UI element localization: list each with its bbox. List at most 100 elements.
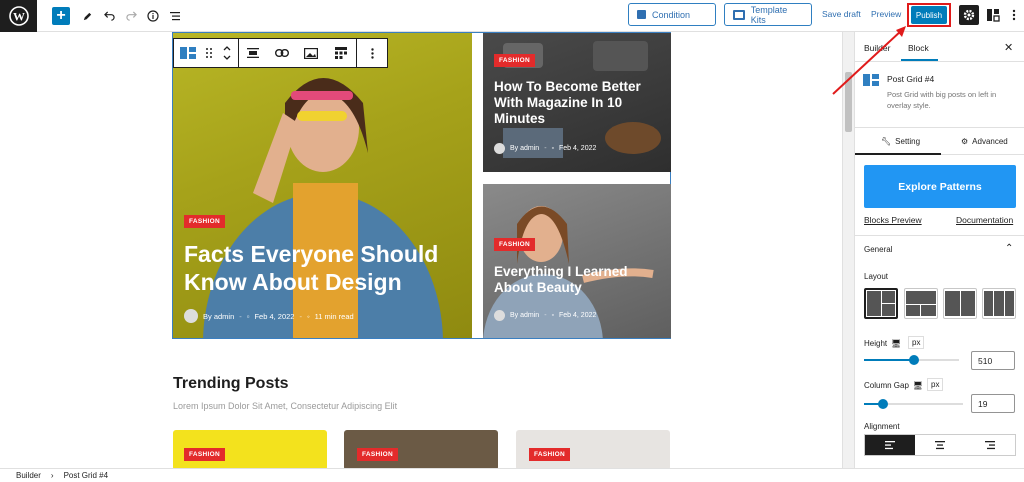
post-meta: By admin - ▫ Feb 4, 2022: [494, 310, 596, 321]
height-input[interactable]: 510: [971, 351, 1015, 370]
sidebar-tabs: Builder Block ✕: [855, 32, 1024, 62]
close-icon[interactable]: ✕: [1004, 41, 1013, 54]
layout-option-3[interactable]: [943, 288, 977, 319]
author-avatar: [184, 309, 198, 323]
trending-card[interactable]: FASHION: [516, 430, 670, 468]
post-title[interactable]: Facts Everyone Should Know About Design: [184, 241, 459, 296]
settings-gear-icon[interactable]: [959, 5, 979, 25]
template-kits-button[interactable]: Template Kits: [724, 3, 812, 26]
align-center-icon[interactable]: [915, 435, 965, 455]
clock-icon: ◦: [306, 311, 310, 321]
canvas-scrollbar[interactable]: [842, 32, 854, 468]
post-title[interactable]: How To Become Better With Magazine In 10…: [494, 79, 664, 128]
trending-card[interactable]: FASHION: [344, 430, 498, 468]
alignment-label: Alignment: [864, 422, 900, 431]
block-options-icon[interactable]: [357, 39, 387, 67]
table-layout-icon[interactable]: [326, 39, 356, 67]
desktop-icon[interactable]: 🖥︎: [891, 339, 901, 348]
post-title[interactable]: Everything I Learned About Beauty: [494, 264, 664, 296]
info-icon[interactable]: [145, 6, 161, 26]
save-draft-button[interactable]: Save draft: [822, 9, 861, 19]
tab-block[interactable]: Block: [908, 43, 929, 53]
block-toolbar: [173, 38, 388, 68]
breadcrumb-separator: ›: [50, 471, 54, 480]
layout-option-2[interactable]: [904, 288, 938, 319]
chevron-up-icon[interactable]: ⌃: [1005, 243, 1013, 254]
layout-label: Layout: [864, 272, 889, 281]
column-gap-unit[interactable]: px: [927, 378, 944, 391]
align-left-icon[interactable]: [865, 435, 915, 455]
block-name: Post Grid #4: [887, 74, 935, 84]
column-gap-label: Column Gap 🖥︎: [864, 381, 924, 390]
post-card-small[interactable]: FASHION Everything I Learned About Beaut…: [483, 184, 671, 338]
align-right-icon[interactable]: [965, 435, 1015, 455]
category-badge[interactable]: FASHION: [357, 448, 398, 461]
preview-button[interactable]: Preview: [871, 9, 901, 19]
settings-sidebar: Builder Block ✕ Post Grid #4 Post Grid w…: [854, 32, 1024, 468]
category-badge[interactable]: FASHION: [494, 238, 535, 251]
category-badge[interactable]: FASHION: [184, 448, 225, 461]
breadcrumb: Builder › Post Grid #4: [0, 468, 1024, 482]
category-badge[interactable]: FASHION: [529, 448, 570, 461]
link-icon[interactable]: [267, 39, 297, 67]
calendar-icon: ▫: [246, 311, 250, 321]
column-gap-slider[interactable]: [864, 399, 963, 409]
alignment-control: [864, 434, 1016, 456]
post-meta: By admin - ▫ Feb 4, 2022: [494, 143, 596, 154]
block-type-icon[interactable]: [174, 39, 202, 67]
editor-canvas: FASHION Facts Everyone Should Know About…: [0, 32, 840, 468]
desktop-icon[interactable]: 🖥︎: [913, 381, 923, 390]
post-card-small[interactable]: FASHION How To Become Better With Magazi…: [483, 33, 671, 172]
explore-patterns-button[interactable]: Explore Patterns: [864, 165, 1016, 208]
layout-option-1[interactable]: [864, 288, 898, 319]
category-badge[interactable]: FASHION: [494, 54, 535, 67]
calendar-icon: ▫: [551, 145, 555, 152]
general-panel-toggle[interactable]: General: [864, 245, 892, 254]
block-plugin-icon[interactable]: [983, 5, 1003, 25]
image-icon[interactable]: [296, 39, 326, 67]
section-heading: Trending Posts: [173, 375, 289, 392]
post-author[interactable]: By admin: [510, 145, 539, 152]
column-gap-input[interactable]: 19: [971, 394, 1015, 413]
tab-setting[interactable]: 🔧︎ Setting: [881, 137, 920, 146]
author-avatar: [494, 310, 505, 321]
svg-text:W: W: [13, 10, 25, 24]
condition-button[interactable]: Condition: [628, 3, 716, 26]
height-unit[interactable]: px: [908, 336, 925, 349]
undo-icon[interactable]: [101, 6, 117, 26]
post-card-big[interactable]: FASHION Facts Everyone Should Know About…: [173, 33, 472, 338]
block-type-icon: [863, 74, 879, 86]
drag-handle-icon[interactable]: [202, 39, 216, 67]
section-subheading: Lorem Ipsum Dolor Sit Amet, Consectetur …: [173, 401, 398, 411]
list-view-icon[interactable]: [167, 6, 183, 26]
breadcrumb-builder[interactable]: Builder: [16, 471, 41, 480]
align-icon[interactable]: [239, 39, 267, 67]
post-grid-block[interactable]: FASHION Facts Everyone Should Know About…: [172, 32, 671, 339]
post-meta: By admin - ▫ Feb 4, 2022 - ◦ 11 min read: [184, 309, 354, 323]
condition-icon: [637, 10, 646, 19]
wordpress-logo-icon[interactable]: W: [0, 0, 37, 32]
post-date: Feb 4, 2022: [559, 312, 597, 319]
tab-builder[interactable]: Builder: [864, 43, 890, 53]
post-author[interactable]: By admin: [203, 312, 234, 321]
blocks-preview-link[interactable]: Blocks Preview: [864, 215, 922, 225]
documentation-link[interactable]: Documentation: [956, 215, 1013, 225]
layout-option-4[interactable]: [982, 288, 1016, 319]
more-options-icon[interactable]: [1006, 5, 1022, 25]
add-block-button[interactable]: +: [52, 7, 70, 25]
height-label: Height 🖥︎: [864, 339, 902, 348]
post-read-time: 11 min read: [314, 311, 354, 321]
block-description: Post Grid with big posts on left in over…: [887, 90, 997, 110]
post-author[interactable]: By admin: [510, 312, 539, 319]
gear-icon: ⚙︎: [961, 137, 969, 146]
author-avatar: [494, 143, 505, 154]
publish-button[interactable]: Publish: [911, 6, 947, 24]
breadcrumb-post-grid[interactable]: Post Grid #4: [64, 471, 108, 480]
tab-advanced[interactable]: ⚙︎ Advanced: [961, 137, 1008, 146]
edit-pencil-icon[interactable]: [79, 6, 95, 26]
trending-card[interactable]: FASHION: [173, 430, 327, 468]
height-slider[interactable]: [864, 355, 959, 365]
category-badge[interactable]: FASHION: [184, 215, 225, 228]
move-up-down-icon[interactable]: [216, 39, 238, 67]
redo-icon[interactable]: [123, 6, 139, 26]
